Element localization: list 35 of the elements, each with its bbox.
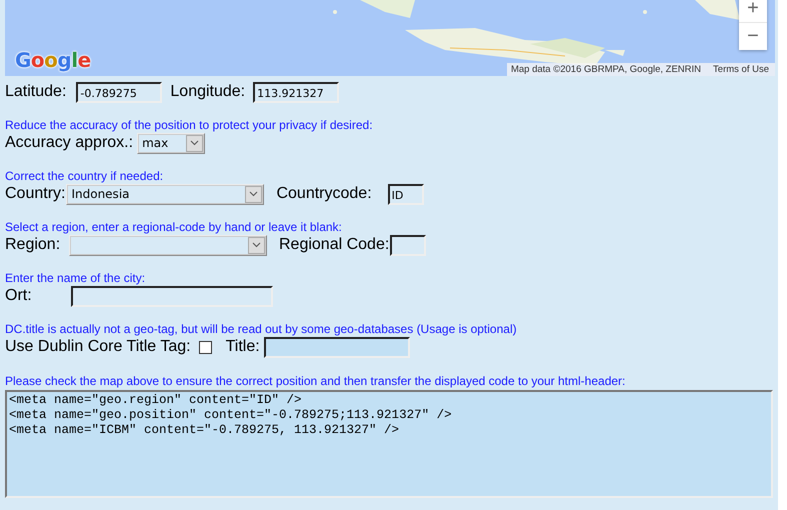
hint-text: Enter the name of the city: bbox=[5, 271, 146, 285]
field-label: Longitude: bbox=[170, 83, 246, 101]
field-label: Ort: bbox=[5, 287, 33, 305]
field-label: Title: bbox=[226, 338, 260, 356]
input-field[interactable]: ID bbox=[388, 184, 424, 204]
field-label: Regional Code: bbox=[279, 236, 390, 254]
input-field[interactable] bbox=[264, 336, 410, 358]
input-field[interactable] bbox=[390, 234, 426, 256]
chevron-down-icon bbox=[186, 134, 204, 152]
field-label: Latitude: bbox=[5, 83, 66, 101]
chevron-down-icon bbox=[248, 236, 265, 254]
field-label: Accuracy approx.: bbox=[5, 134, 134, 152]
zoom-in-button[interactable]: + bbox=[739, 0, 767, 22]
map-attribution: Map data ©2016 GBRMPA, Google, ZENRIN bbox=[510, 64, 702, 75]
zoom-out-button[interactable]: − bbox=[739, 22, 767, 50]
dropdown[interactable]: Indonesia bbox=[66, 184, 264, 204]
hint-text: DC.title is actually not a geo-tag, but will be read out by some geo-databases (Usage is optional) bbox=[5, 322, 518, 336]
hint-text: Correct the country if needed: bbox=[5, 169, 164, 183]
input-field[interactable]: -0.789275 bbox=[76, 82, 162, 102]
field-label: Use Dublin Core Title Tag: bbox=[5, 338, 191, 356]
field-label: Country: bbox=[5, 185, 66, 203]
hint-text: Reduce the accuracy of the position to protect your privacy if desired: bbox=[5, 118, 374, 132]
checkbox[interactable] bbox=[198, 340, 212, 354]
hint-text: Please check the map above to ensure the correct position and then transfer the displayed code to your html-header: bbox=[5, 374, 626, 388]
google-logo: Google bbox=[15, 48, 91, 72]
chevron-down-icon bbox=[245, 186, 262, 202]
field-label: Countrycode: bbox=[276, 185, 372, 203]
terms-link[interactable]: Terms of Use bbox=[713, 64, 769, 75]
dropdown[interactable]: max bbox=[137, 132, 206, 154]
dropdown[interactable] bbox=[69, 234, 267, 256]
hint-text: Select a region, enter a regional-code by hand or leave it blank: bbox=[5, 220, 343, 234]
field-label: Region: bbox=[5, 236, 62, 254]
input-field[interactable]: 113.921327 bbox=[253, 82, 340, 102]
input-field[interactable] bbox=[71, 286, 273, 306]
code-box[interactable]: <meta name="geo.region" content="ID" /> <meta name="geo.position" content="-0.789275;113.921327" /> <meta name="ICBM" content="-0.789275, 113.921327" /> bbox=[5, 390, 773, 498]
